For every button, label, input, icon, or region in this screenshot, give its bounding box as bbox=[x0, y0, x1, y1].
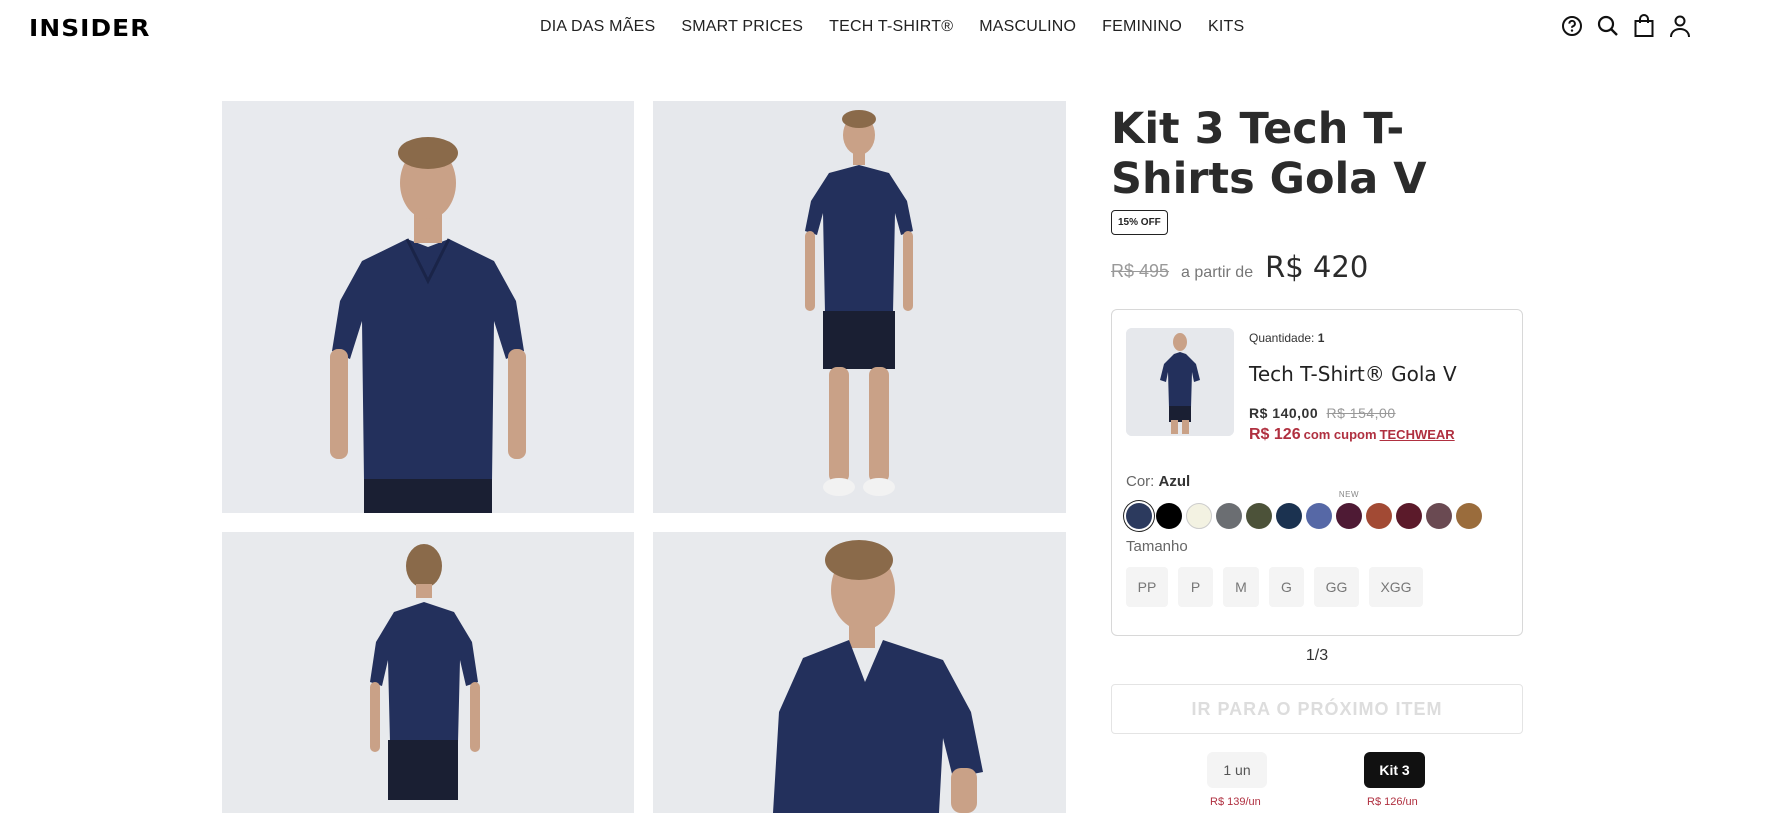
swatch[interactable] bbox=[1366, 503, 1392, 529]
discount-badge: 15% OFF bbox=[1111, 210, 1168, 235]
size-m[interactable]: M bbox=[1223, 567, 1259, 607]
kit-item-card: Quantidade: 1 Tech T-Shirt® Gola V R$ 14… bbox=[1111, 309, 1523, 636]
nav-dia-das-maes[interactable]: DIA DAS MÃES bbox=[540, 18, 655, 36]
header-icons bbox=[1560, 14, 1692, 38]
nav-tech-tshirt[interactable]: TECH T-SHIRT® bbox=[829, 18, 953, 36]
item-old-price: R$ 154,00 bbox=[1326, 405, 1396, 421]
product-photo-back[interactable] bbox=[222, 532, 634, 813]
size-pp[interactable]: PP bbox=[1126, 567, 1168, 607]
help-icon[interactable] bbox=[1560, 14, 1584, 38]
current-price: R$ 420 bbox=[1265, 250, 1369, 284]
swatch[interactable] bbox=[1306, 503, 1332, 529]
color-label-text: Cor: bbox=[1126, 473, 1155, 490]
size-gg[interactable]: GG bbox=[1314, 567, 1359, 607]
item-thumbnail bbox=[1126, 328, 1234, 436]
swatch[interactable] bbox=[1126, 503, 1152, 529]
bag-icon[interactable] bbox=[1632, 14, 1656, 38]
color-swatches: NEW bbox=[1126, 490, 1482, 529]
coupon-price: R$ 126 bbox=[1249, 426, 1301, 443]
quantity: Quantidade: 1 bbox=[1249, 331, 1324, 345]
product-photo-front[interactable] bbox=[222, 101, 634, 513]
item-price-row: R$ 140,00 R$ 154,00 bbox=[1249, 405, 1396, 421]
nav-kits[interactable]: KITS bbox=[1208, 18, 1244, 36]
nav-masculino[interactable]: MASCULINO bbox=[979, 18, 1076, 36]
swatch[interactable] bbox=[1396, 503, 1422, 529]
color-label: Cor: Azul bbox=[1126, 473, 1190, 490]
option-single[interactable]: 1 un bbox=[1207, 752, 1267, 788]
item-name: Tech T-Shirt® Gola V bbox=[1249, 362, 1457, 386]
quantity-label: Quantidade: bbox=[1249, 331, 1315, 345]
product-photo-side[interactable] bbox=[653, 532, 1066, 813]
main-nav: DIA DAS MÃES SMART PRICES TECH T-SHIRT® … bbox=[540, 18, 1244, 36]
site-header: INSIDER DIA DAS MÃES SMART PRICES TECH T… bbox=[0, 0, 1781, 56]
color-value: Azul bbox=[1158, 473, 1191, 490]
nav-feminino[interactable]: FEMININO bbox=[1102, 18, 1182, 36]
product-title: Kit 3 Tech T-Shirts Gola V bbox=[1111, 104, 1427, 204]
swatch[interactable] bbox=[1246, 503, 1272, 529]
logo[interactable]: INSIDER bbox=[29, 16, 150, 42]
swatch[interactable] bbox=[1456, 503, 1482, 529]
price-row: R$ 495 a partir de R$ 420 bbox=[1111, 250, 1368, 284]
swatch[interactable] bbox=[1186, 503, 1212, 529]
user-icon[interactable] bbox=[1668, 14, 1692, 38]
coupon-code[interactable]: TECHWEAR bbox=[1380, 427, 1455, 442]
coupon-row: R$ 126 com cupom TECHWEAR bbox=[1249, 426, 1455, 444]
item-price: R$ 140,00 bbox=[1249, 405, 1319, 421]
coupon-text: com cupom bbox=[1303, 427, 1377, 442]
size-label: Tamanho bbox=[1126, 538, 1188, 555]
search-icon[interactable] bbox=[1596, 14, 1620, 38]
swatch[interactable] bbox=[1276, 503, 1302, 529]
option-kit3[interactable]: Kit 3 bbox=[1364, 752, 1425, 788]
product-photo-full-body[interactable] bbox=[653, 101, 1066, 513]
quantity-value: 1 bbox=[1317, 331, 1325, 345]
size-xgg[interactable]: XGG bbox=[1369, 567, 1423, 607]
size-g[interactable]: G bbox=[1269, 567, 1304, 607]
swatch[interactable] bbox=[1216, 503, 1242, 529]
new-tag: NEW bbox=[1338, 490, 1360, 499]
next-item-button[interactable]: IR PARA O PRÓXIMO ITEM bbox=[1111, 684, 1523, 734]
size-p[interactable]: P bbox=[1178, 567, 1213, 607]
swatch[interactable]: NEW bbox=[1336, 490, 1362, 529]
size-options: PP P M G GG XGG bbox=[1126, 567, 1423, 607]
swatch[interactable] bbox=[1426, 503, 1452, 529]
option-kit3-price: R$ 126/un bbox=[1367, 796, 1418, 808]
swatch[interactable] bbox=[1156, 503, 1182, 529]
old-price: R$ 495 bbox=[1111, 261, 1170, 281]
nav-smart-prices[interactable]: SMART PRICES bbox=[681, 18, 803, 36]
from-label: a partir de bbox=[1181, 264, 1254, 281]
item-counter: 1/3 bbox=[1305, 647, 1329, 664]
option-single-price: R$ 139/un bbox=[1210, 796, 1261, 808]
